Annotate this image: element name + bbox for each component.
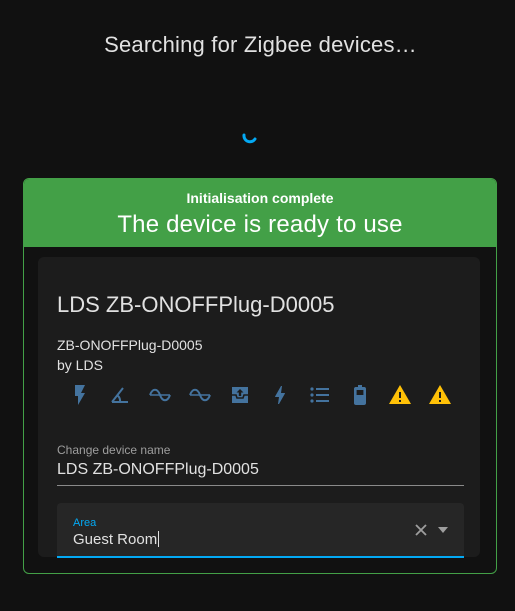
status-subtitle: Initialisation complete [186, 190, 334, 206]
home-import-icon[interactable] [228, 383, 252, 407]
flash-icon[interactable] [68, 383, 92, 407]
device-name[interactable]: LDS ZB-ONOFFPlug-D0005 [57, 292, 335, 318]
chevron-down-icon[interactable] [438, 527, 448, 533]
text-cursor [158, 531, 160, 547]
device-manufacturer: by LDS [57, 357, 103, 373]
status-headline: The device is ready to use [117, 211, 403, 238]
alert-icon[interactable] [428, 383, 452, 407]
area-field-label: Area [73, 517, 97, 529]
sine-wave-icon[interactable] [188, 383, 212, 407]
battery-icon[interactable] [348, 383, 372, 407]
area-input[interactable]: Guest Room [73, 531, 160, 548]
alert-icon[interactable] [388, 383, 412, 407]
lightning-bolt-icon[interactable] [268, 383, 292, 407]
zigbee-pairing-dialog: Searching for Zigbee devices… Initialisa… [0, 0, 515, 611]
area-field[interactable]: Area Guest Room [57, 503, 464, 558]
device-result-card: Initialisation complete The device is re… [23, 178, 497, 574]
device-model: ZB-ONOFFPlug-D0005 [57, 337, 203, 353]
success-banner: Initialisation complete The device is re… [24, 179, 496, 247]
device-name-input[interactable]: LDS ZB-ONOFFPlug-D0005 [57, 461, 464, 479]
sine-wave-icon[interactable] [148, 383, 172, 407]
device-info-panel: LDS ZB-ONOFFPlug-D0005 ZB-ONOFFPlug-D000… [38, 257, 480, 558]
format-list-bulleted-icon[interactable] [308, 383, 332, 407]
angle-acute-icon[interactable] [108, 383, 132, 407]
area-input-value: Guest Room [73, 531, 158, 548]
page-title: Searching for Zigbee devices… [104, 32, 417, 57]
loading-spinner-icon [242, 133, 257, 144]
close-icon[interactable] [413, 522, 429, 538]
entity-icon-row [68, 383, 468, 407]
device-name-field[interactable]: Change device name LDS ZB-ONOFFPlug-D000… [57, 441, 464, 486]
device-name-field-label: Change device name [57, 443, 171, 457]
